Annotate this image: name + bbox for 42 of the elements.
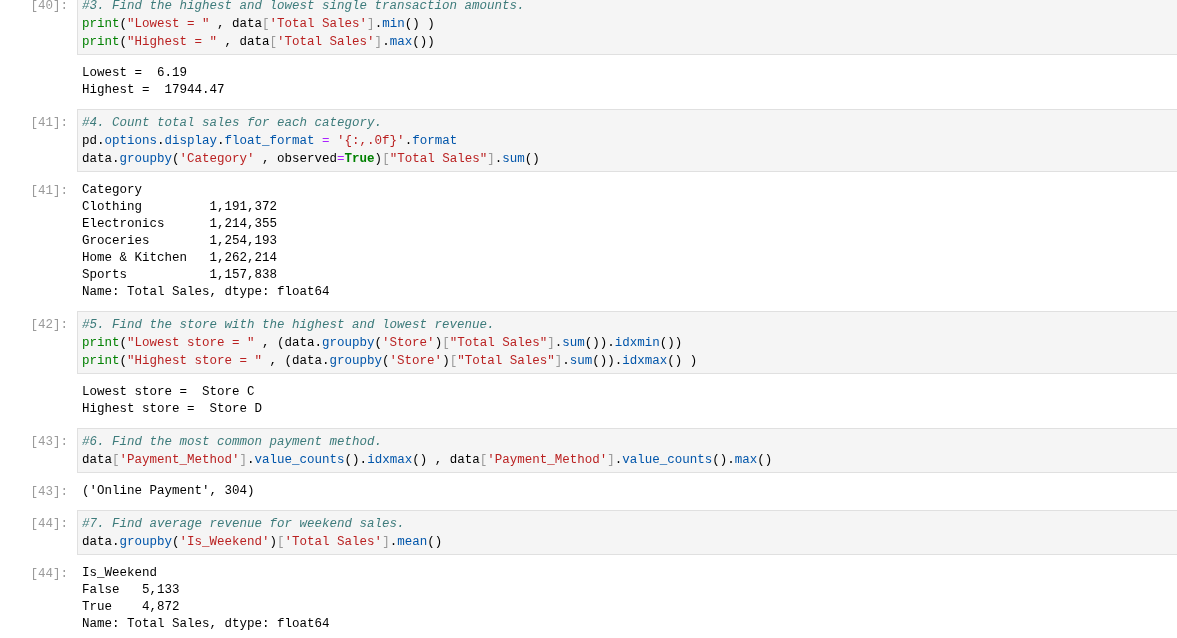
code-line: pd.options.display.float_format = '{:,.0f}'.format [82,133,459,150]
output-line: Sports 1,157,838 [82,267,279,284]
output-line: Category [82,182,143,199]
output-line: ('Online Payment', 304) [82,483,256,500]
code-line: print("Lowest = " , data['Total Sales'].min() ) [82,16,436,33]
output-line: False 5,133 [82,582,181,599]
code-line: print("Highest store = " , (data.groupby('Store')["Total Sales"].sum()).idxmax() ) [82,353,699,370]
output-line: Lowest store = Store C [82,384,256,401]
output-line: Is_Weekend [82,565,158,582]
code-cell[interactable]: #4. Count total sales for each category. pd.options.display.float_format = '{:,.0f}'.format data.groupby('Category' , observed=True)["Total Sales"].sum() [77,109,1177,172]
output-line: Lowest = 6.19 [82,65,189,82]
execution-count: [43]: [30,435,68,449]
output-line: Clothing 1,191,372 [82,199,279,216]
output-line: Highest = 17944.47 [82,82,226,99]
execution-count: [41]: [30,184,68,198]
code-line: #6. Find the most common payment method. [82,434,384,451]
code-line: #7. Find average revenue for weekend sales. [82,516,406,533]
execution-count: [41]: [30,116,68,130]
code-cell[interactable] [77,311,1177,374]
execution-count: [40]: [30,0,68,13]
code-line: data.groupby('Category' , observed=True)["Total Sales"].sum() [82,151,541,168]
code-cell[interactable]: #6. Find the most common payment method. data['Payment_Method'].value_counts().idxmax() , data['Payment_Method'].value_counts().max() [77,428,1177,473]
output-line: Name: Total Sales, dtype: float64 [82,284,331,301]
output-line: Highest store = Store D [82,401,264,418]
execution-count: [43]: [30,485,68,499]
execution-count: [44]: [30,517,68,531]
code-line: #3. Find the highest and lowest single transaction amounts. [82,0,526,15]
code-cell[interactable]: #3. Find the highest and lowest single transaction amounts. print("Lowest = " , data['Total Sales'].min() ) print("Highest = " , data['Total Sales'].max()) [77,0,1177,55]
output-line: Groceries 1,254,193 [82,233,279,250]
code-line: data['Payment_Method'].value_counts().idxmax() , data['Payment_Method'].value_counts().max() [82,452,774,469]
execution-count: [44]: [30,567,68,581]
code-line: print("Highest = " , data['Total Sales'].max()) [82,34,436,51]
code-line: data.groupby('Is_Weekend')['Total Sales'].mean() [82,534,444,551]
code-line: print("Lowest store = " , (data.groupby('Store')["Total Sales"].sum()).idxmin()) [82,335,684,352]
code-cell[interactable]: #7. Find average revenue for weekend sales. data.groupby('Is_Weekend')['Total Sales'].mean() [77,510,1177,555]
output-line: True 4,872 [82,599,181,616]
execution-count: [42]: [30,318,68,332]
output-line: Electronics 1,214,355 [82,216,279,233]
code-line: #4. Count total sales for each category. [82,115,384,132]
code-line: #5. Find the store with the highest and lowest revenue. [82,317,496,334]
output-line: Home & Kitchen 1,262,214 [82,250,279,267]
output-line: Name: Total Sales, dtype: float64 [82,616,331,633]
